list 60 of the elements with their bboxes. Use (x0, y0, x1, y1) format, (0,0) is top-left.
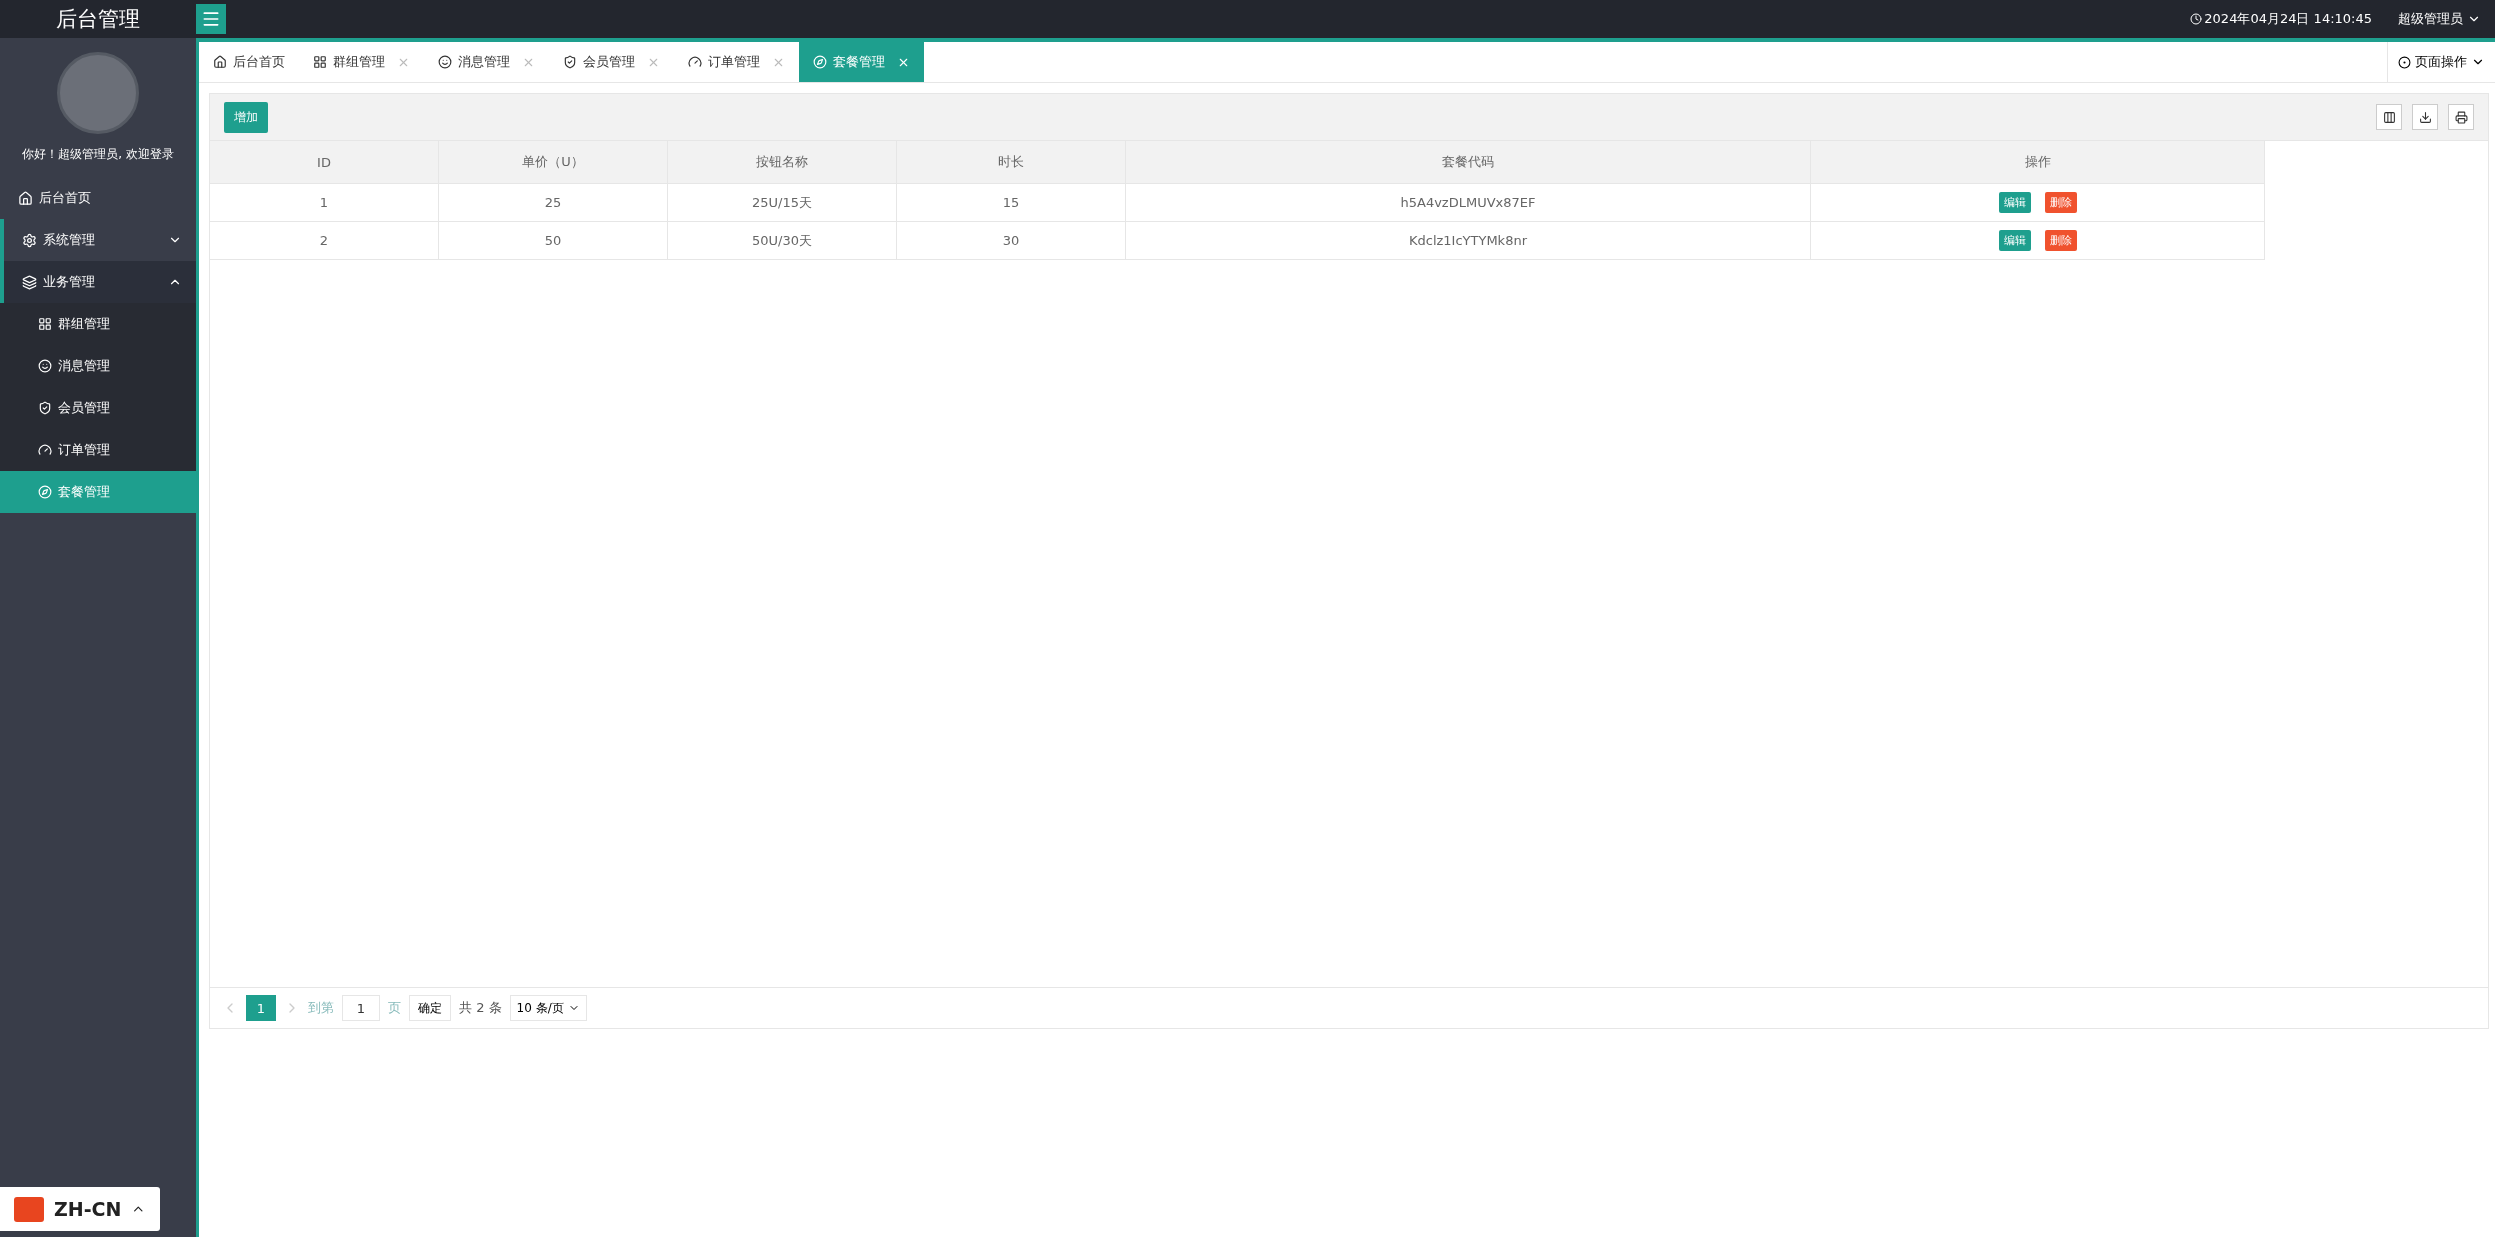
column-header: 时长 (897, 141, 1126, 184)
table-cell: h5A4vzDLMUVx87EF (1126, 184, 1811, 222)
table-cell: 15 (897, 184, 1126, 222)
table-cell: 50 (439, 222, 668, 260)
sidebar-subitem[interactable]: 消息管理 (0, 345, 196, 387)
print-button[interactable] (2448, 104, 2474, 130)
sidebar-subitem[interactable]: 订单管理 (0, 429, 196, 471)
home-icon (18, 190, 33, 206)
delete-button[interactable]: 删除 (2044, 192, 2077, 213)
compass-icon (813, 55, 827, 69)
app-title: 后台管理 (55, 6, 141, 33)
compass-icon (38, 485, 52, 499)
sidebar-subitem[interactable]: 群组管理 (0, 303, 196, 345)
menu-icon (201, 9, 221, 29)
printer-icon (2454, 110, 2468, 124)
smile-icon (38, 359, 52, 373)
column-header: 操作 (1811, 141, 2265, 184)
sidebar-item[interactable]: 后台首页 (0, 177, 196, 219)
download-icon (2418, 110, 2432, 124)
flag-icon (14, 1196, 44, 1222)
total-count: 共 2 条 (459, 999, 502, 1017)
table-cell: Kdclz1IcYTYMk8nr (1126, 222, 1811, 260)
table-cell: 2 (210, 222, 439, 260)
page-size-select[interactable]: 10 条/页 (509, 995, 587, 1021)
language-switcher[interactable]: ZH-CN (0, 1187, 160, 1231)
smile-icon (438, 55, 452, 69)
column-header: 套餐代码 (1126, 141, 1811, 184)
circle-dot-icon (2398, 55, 2411, 69)
column-header: 按钮名称 (668, 141, 897, 184)
sidebar-subitem[interactable]: 会员管理 (0, 387, 196, 429)
gauge-icon (38, 443, 52, 457)
table-cell: 30 (897, 222, 1126, 260)
page-input[interactable]: 1 (342, 995, 380, 1021)
columns-icon (2382, 110, 2396, 124)
columns-button[interactable] (2376, 104, 2402, 130)
column-header: 单价（U） (439, 141, 668, 184)
welcome-text: 你好！超级管理员, 欢迎登录 (22, 146, 174, 163)
grid-icon (38, 317, 52, 331)
menu-toggle-button[interactable] (196, 4, 226, 34)
column-header: ID (210, 141, 439, 184)
gauge-icon (688, 55, 702, 69)
table-cell: 50U/30天 (668, 222, 897, 260)
shield-check-icon (38, 401, 52, 415)
export-button[interactable] (2412, 104, 2438, 130)
shield-check-icon (563, 55, 577, 69)
clock-icon (2190, 13, 2203, 25)
layers-icon (22, 274, 37, 290)
home-icon (213, 55, 227, 69)
page-unit-label: 页 (388, 999, 401, 1017)
goto-label: 到第 (308, 999, 334, 1017)
sidebar-group[interactable]: 业务管理 (0, 261, 196, 303)
table-cell: 25U/15天 (668, 184, 897, 222)
delete-button[interactable]: 删除 (2044, 230, 2077, 251)
gear-icon (22, 232, 37, 248)
table-cell: 1 (210, 184, 439, 222)
table-cell: 25 (439, 184, 668, 222)
grid-icon (313, 55, 327, 69)
user-menu[interactable]: 超级管理员 (2398, 10, 2481, 28)
confirm-button[interactable]: 确定 (409, 995, 451, 1021)
datetime-text: 2024年04月24日 14:10:45 (2190, 10, 2372, 28)
